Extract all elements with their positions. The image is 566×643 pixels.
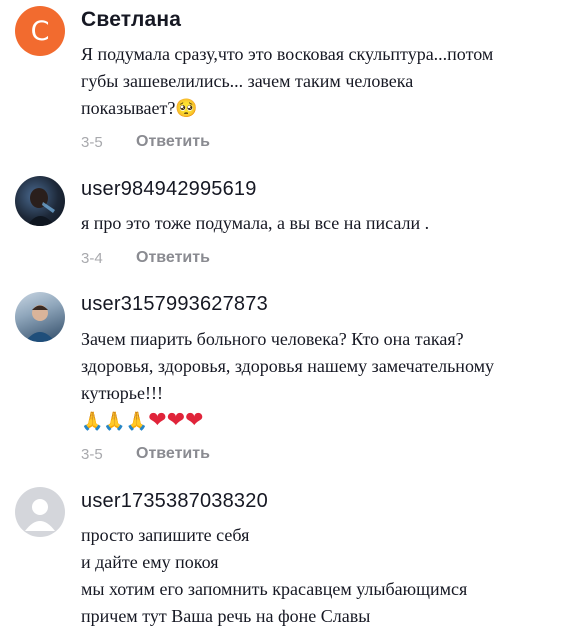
comment-date: 3-4 bbox=[81, 249, 103, 267]
heart-icon: ❤ bbox=[166, 408, 186, 433]
reply-button[interactable]: Ответить bbox=[136, 249, 210, 267]
folded-hands-icon: 🙏 bbox=[125, 411, 149, 432]
heart-icon: ❤ bbox=[148, 408, 167, 433]
emoji-line: 🙏🙏🙏❤❤❤ bbox=[81, 407, 551, 435]
comment-line: причем тут Ваша речь на фоне Славы bbox=[81, 606, 371, 626]
comment-meta: 3-5 Ответить bbox=[81, 445, 210, 463]
reply-button[interactable]: Ответить bbox=[136, 133, 210, 151]
comment-line: просто запишите себя bbox=[81, 525, 250, 545]
avatar[interactable] bbox=[15, 292, 65, 342]
comment-meta: 3-4 Ответить bbox=[81, 249, 210, 267]
comment-line: и дайте ему покоя bbox=[81, 552, 219, 572]
comment-text: просто запишите себя и дайте ему покоя м… bbox=[81, 522, 551, 630]
user-photo-icon bbox=[25, 305, 55, 342]
comment-line: здоровья, здоровья, здоровья нашему заме… bbox=[81, 356, 494, 376]
avatar[interactable] bbox=[15, 487, 65, 537]
comment-line: кутюрье!!! bbox=[81, 383, 163, 403]
comment-line: Зачем пиарить больного человека? Кто она… bbox=[81, 329, 464, 349]
heart-icon: ❤ bbox=[185, 408, 204, 433]
comment-line: мы хотим его запомнить красавцем улыбающ… bbox=[81, 579, 468, 599]
comment-line-wrap: показывает?🥺 bbox=[81, 95, 551, 122]
comment-date: 3-5 bbox=[81, 133, 103, 151]
username[interactable]: Светлана bbox=[81, 8, 181, 32]
default-user-icon bbox=[25, 499, 55, 531]
comment-text: Зачем пиарить больного человека? Кто она… bbox=[81, 326, 551, 435]
avatar[interactable]: С bbox=[15, 6, 65, 56]
username[interactable]: user1735387038320 bbox=[81, 490, 268, 513]
comment-line: я про это тоже подумала, а вы все на пис… bbox=[81, 213, 430, 233]
avatar[interactable] bbox=[15, 176, 65, 226]
comment-meta: 3-5 Ответить bbox=[81, 133, 210, 151]
comment-line: Я подумала сразу,что это восковая скульп… bbox=[81, 44, 494, 64]
user-photo-icon bbox=[27, 188, 55, 226]
worried-face-icon: 🥺 bbox=[175, 98, 198, 119]
comment-text: Я подумала сразу,что это восковая скульп… bbox=[81, 41, 551, 122]
reply-button[interactable]: Ответить bbox=[136, 445, 210, 463]
comment-text: я про это тоже подумала, а вы все на пис… bbox=[81, 210, 551, 237]
username[interactable]: user3157993627873 bbox=[81, 293, 268, 316]
avatar-letter: С bbox=[30, 15, 50, 47]
folded-hands-icon: 🙏 bbox=[81, 411, 104, 432]
username[interactable]: user984942995619 bbox=[81, 178, 257, 201]
comment-line: губы зашевелились... зачем таким человек… bbox=[81, 71, 414, 91]
folded-hands-icon: 🙏 bbox=[103, 411, 126, 432]
comment-date: 3-5 bbox=[81, 445, 103, 463]
comment-line: показывает? bbox=[81, 98, 176, 118]
